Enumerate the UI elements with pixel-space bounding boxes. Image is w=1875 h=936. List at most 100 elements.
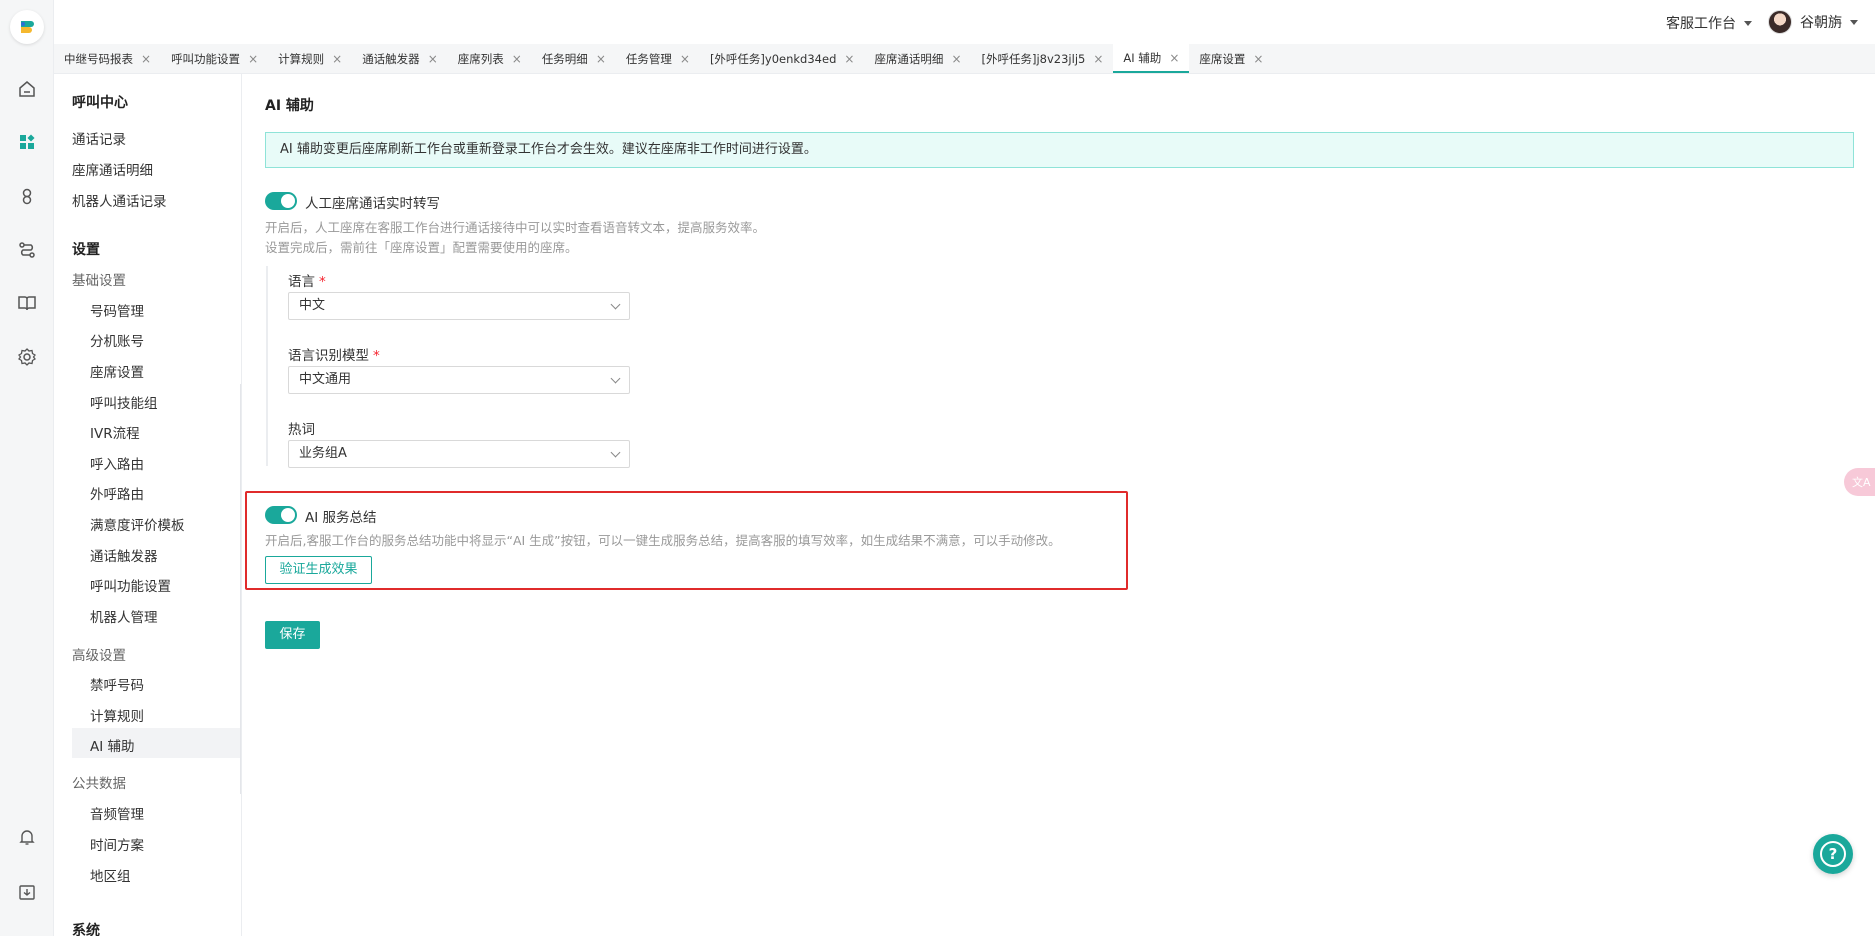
tab-label: [外呼任务]j8v23jlj5 [981, 51, 1086, 66]
sidebar-item-ivr[interactable]: IVR流程 [90, 422, 140, 442]
gear-icon[interactable] [12, 342, 42, 372]
asr-model-label: 语言识别模型 * [288, 348, 380, 364]
tab-9[interactable]: [外呼任务]j8v23jlj5 × [972, 44, 1114, 73]
routing-icon[interactable] [12, 235, 42, 265]
language-label: 语言 * [288, 274, 326, 290]
workspace-label: 客服工作台 [1666, 16, 1736, 32]
sidebar-item-extension[interactable]: 分机账号 [90, 330, 144, 350]
ai-summary-toggle[interactable] [265, 506, 297, 524]
sidebar-item-blocked-numbers[interactable]: 禁呼号码 [90, 674, 144, 694]
sidebar-item-skill-group[interactable]: 呼叫技能组 [90, 392, 158, 412]
sidebar-item-call-function[interactable]: 呼叫功能设置 [90, 575, 171, 595]
close-icon[interactable]: × [680, 52, 690, 66]
close-icon[interactable]: × [512, 52, 522, 66]
asr-model-select[interactable]: 中文通用 [288, 366, 630, 394]
hotword-select[interactable]: 业务组A [288, 440, 630, 468]
chevron-down-icon [610, 447, 621, 458]
sidebar-item-satisfaction-template[interactable]: 满意度评价模板 [90, 514, 185, 534]
close-icon[interactable]: × [141, 52, 151, 66]
language-select[interactable]: 中文 [288, 292, 630, 320]
sidebar-group-advanced: 高级设置 [72, 648, 126, 664]
tab-1[interactable]: 呼叫功能设置 × [161, 44, 268, 73]
ai-summary-desc: 开启后,客服工作台的服务总结功能中将显示“AI 生成”按钮，可以一键生成服务总结… [265, 533, 1061, 548]
help-icon: ? [1820, 841, 1846, 867]
app-logo[interactable] [10, 10, 44, 44]
tab-5[interactable]: 任务明细 × [532, 44, 616, 73]
workspace-switcher[interactable]: 客服工作台 [1666, 13, 1752, 33]
save-button[interactable]: 保存 [265, 621, 320, 649]
tab-label: AI 辅助 [1123, 50, 1162, 65]
home-icon[interactable] [12, 74, 42, 104]
sidebar-section-system: 系统 [72, 923, 100, 936]
settings-sidebar: 呼叫中心 通话记录 座席通话明细 机器人通话记录 设置 基础设置 号码管理 分机… [54, 74, 242, 936]
tab-label: 任务管理 [625, 51, 672, 66]
tab-2[interactable]: 计算规则 × [268, 44, 352, 73]
sidebar-item-agent-call-detail[interactable]: 座席通话明细 [72, 159, 153, 179]
sidebar-item-call-trigger[interactable]: 通话触发器 [90, 545, 158, 565]
contacts-icon[interactable] [12, 181, 42, 211]
close-icon[interactable]: × [596, 52, 606, 66]
tab-label: 中继号码报表 [64, 51, 133, 66]
sidebar-item-number-manage[interactable]: 号码管理 [90, 300, 144, 320]
close-icon[interactable]: × [1253, 52, 1263, 66]
close-icon[interactable]: × [951, 52, 961, 66]
dashboard-icon[interactable] [12, 127, 42, 157]
realtime-transcription-toggle[interactable] [265, 192, 297, 210]
sidebar-item-outbound-route[interactable]: 外呼路由 [90, 483, 144, 503]
tab-0[interactable]: 中继号码报表 × [54, 44, 161, 73]
tab-bar: 中继号码报表 × 呼叫功能设置 × 计算规则 × 通话触发器 × 座席列表 × 任务明细 × 任务管理 ×… [54, 44, 1875, 74]
chevron-down-icon [1744, 20, 1752, 26]
close-icon[interactable]: × [844, 52, 854, 66]
tab-3[interactable]: 通话触发器 × [352, 44, 448, 73]
app-root: 客服工作台 谷朝旃 中继号码报表 × 呼叫功能设置 × 计算规则 × 通话触发器 × 座席列表 ×… [0, 0, 1875, 936]
close-icon[interactable]: × [1093, 52, 1103, 66]
sidebar-item-time-plan[interactable]: 时间方案 [90, 834, 144, 854]
sidebar-item-ai-assist[interactable]: AI 辅助 [90, 735, 135, 755]
tab-11[interactable]: 座席设置 × [1189, 44, 1273, 73]
icon-rail [0, 0, 54, 936]
chevron-down-icon [610, 373, 621, 384]
sidebar-item-calc-rules[interactable]: 计算规则 [90, 705, 144, 725]
help-button[interactable]: ? [1813, 834, 1853, 874]
close-icon[interactable]: × [332, 52, 342, 66]
translate-icon: 文A [1852, 476, 1871, 489]
user-name: 谷朝旃 [1800, 15, 1842, 31]
download-icon[interactable] [12, 877, 42, 907]
sidebar-section-settings: 设置 [72, 242, 100, 258]
hotword-label: 热词 [288, 422, 315, 438]
user-menu[interactable]: 谷朝旃 [1768, 10, 1858, 34]
sidebar-group-public: 公共数据 [72, 776, 126, 792]
notice-banner: AI 辅助变更后座席刷新工作台或重新登录工作台才会生效。建议在座席非工作时间进行… [265, 132, 1854, 168]
tab-label: 座席设置 [1199, 51, 1246, 66]
close-icon[interactable]: × [248, 52, 258, 66]
sidebar-item-agent-settings[interactable]: 座席设置 [90, 361, 144, 381]
top-header: 客服工作台 谷朝旃 [54, 0, 1875, 44]
translate-float-button[interactable]: 文A [1844, 468, 1875, 496]
tab-label: [外呼任务]y0enkd34ed [709, 51, 837, 66]
form-divider [266, 266, 268, 466]
realtime-transcription-label: 人工座席通话实时转写 [305, 196, 440, 212]
tab-label: 通话触发器 [362, 51, 420, 66]
tab-7[interactable]: [外呼任务]y0enkd34ed × [700, 44, 865, 73]
tab-label: 计算规则 [278, 51, 325, 66]
tab-4[interactable]: 座席列表 × [448, 44, 532, 73]
verify-result-button[interactable]: 验证生成效果 [265, 556, 372, 584]
close-icon[interactable]: × [1169, 51, 1179, 65]
close-icon[interactable]: × [428, 52, 438, 66]
sidebar-item-inbound-route[interactable]: 呼入路由 [90, 453, 144, 473]
sidebar-item-call-records[interactable]: 通话记录 [72, 128, 126, 148]
tab-10[interactable]: AI 辅助 × [1113, 44, 1190, 73]
sidebar-item-region-group[interactable]: 地区组 [90, 865, 131, 885]
tab-6[interactable]: 任务管理 × [616, 44, 700, 73]
sidebar-group-basic: 基础设置 [72, 273, 126, 289]
sidebar-item-robot-manage[interactable]: 机器人管理 [90, 606, 158, 626]
chevron-down-icon [1850, 19, 1858, 25]
book-icon[interactable] [12, 288, 42, 318]
tab-8[interactable]: 座席通话明细 × [864, 44, 971, 73]
bell-icon[interactable] [12, 822, 42, 852]
sidebar-item-audio[interactable]: 音频管理 [90, 803, 144, 823]
sidebar-section-call-center: 呼叫中心 [72, 95, 128, 111]
sidebar-item-robot-call-records[interactable]: 机器人通话记录 [72, 190, 167, 210]
chevron-down-icon [610, 299, 621, 310]
ai-summary-label: AI 服务总结 [305, 510, 377, 526]
